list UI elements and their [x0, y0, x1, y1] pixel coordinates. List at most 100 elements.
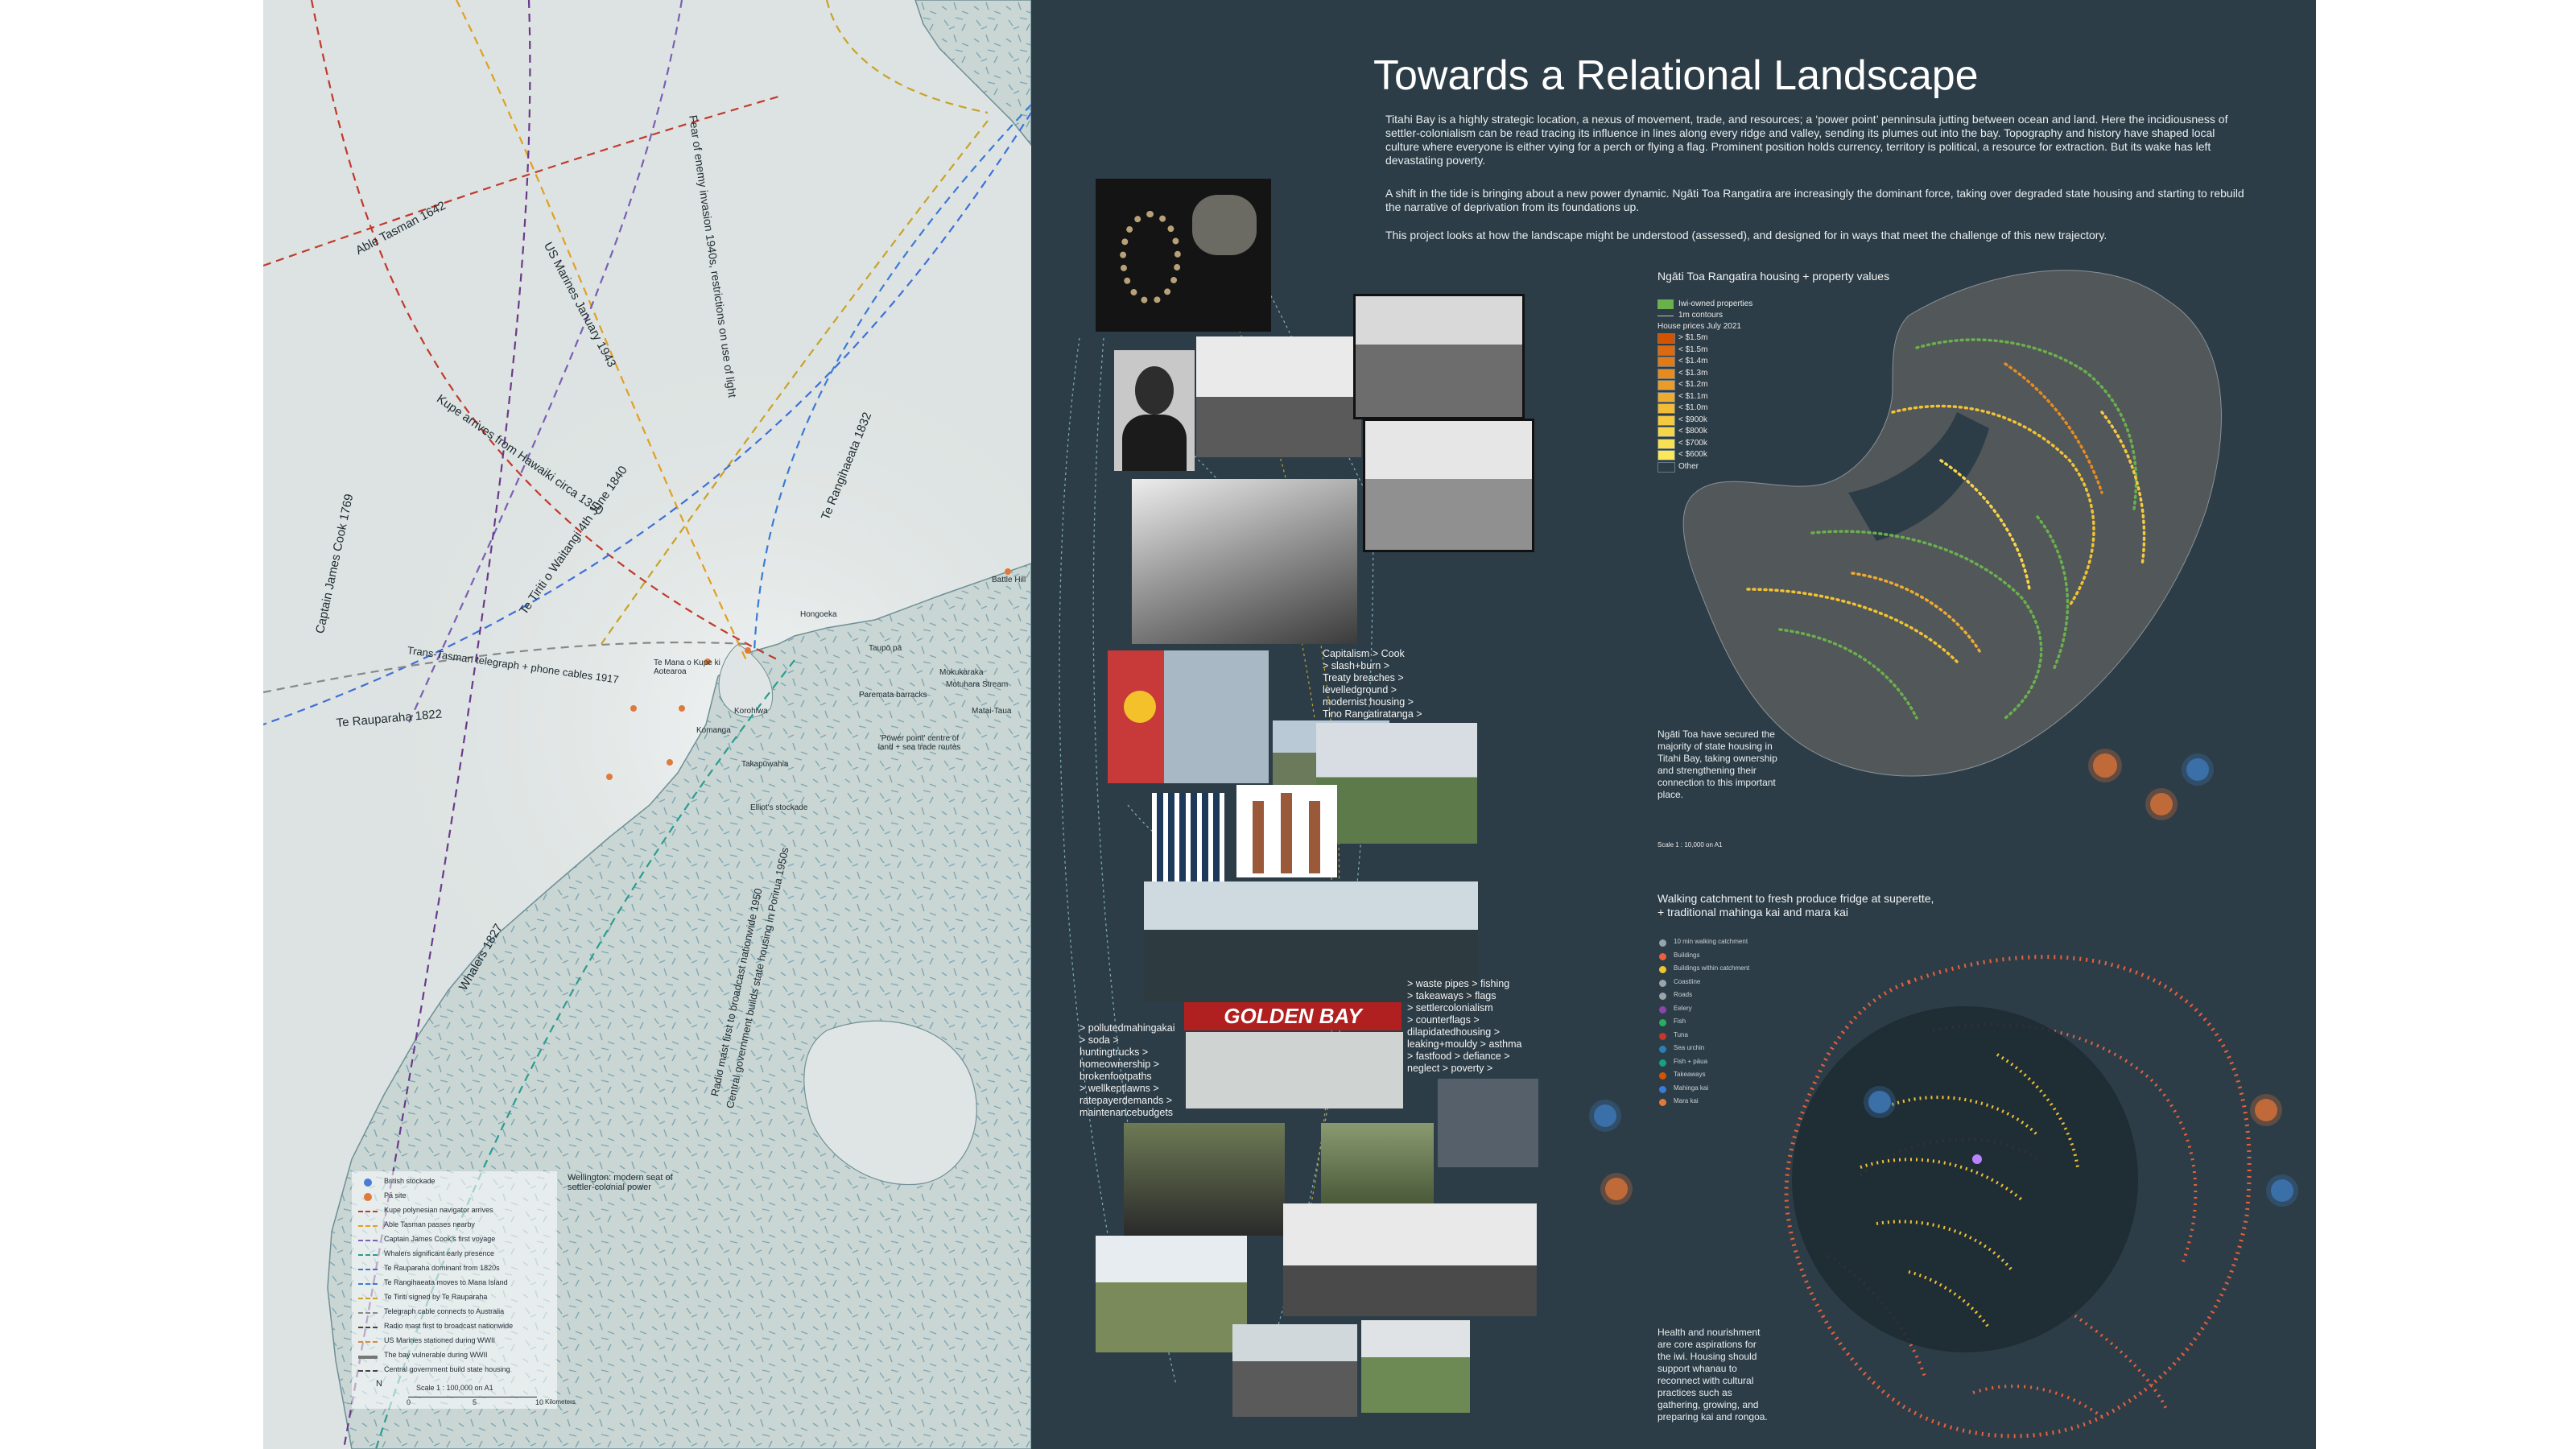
photo-hunting-trucks: [1283, 1203, 1537, 1316]
legend-swatch-price: [1657, 427, 1675, 437]
legend-swatch: [358, 1370, 378, 1372]
photo-takeaway-shopfront: [1186, 1032, 1403, 1108]
regional-map-panel: Able Tasman 1642 US Marines January 1943…: [263, 0, 1031, 1449]
map1-legend-label: < $1.1m: [1678, 391, 1708, 401]
map1-legend-label: < $600k: [1678, 450, 1707, 459]
map2-legend-label: Tuna: [1674, 1030, 1688, 1038]
photo-drain-overgrown: [1321, 1123, 1434, 1203]
legend-swatch-iwi: [1657, 299, 1674, 309]
map-legend: British stockade Pā site Kupe polynesian…: [352, 1171, 576, 1409]
legend-item: Whalers significant early presence: [384, 1249, 495, 1257]
legend-swatch-price: [1657, 403, 1675, 414]
legend-swatch: [358, 1254, 378, 1256]
golden-bay-takeaway-sign: GOLDEN BAY TAKEAWAY: [1184, 1002, 1402, 1030]
map1-legend-label: < $1.5m: [1678, 345, 1708, 354]
place-motuhara-stream: Motuhara Stream: [946, 680, 1009, 689]
legend-swatch-food: [1659, 1046, 1666, 1053]
map2-legend-label: Mara kai: [1674, 1097, 1699, 1104]
photo-waste-pipe: [1438, 1079, 1538, 1167]
mara-kai-marker: [1605, 1178, 1628, 1200]
painted-sun-shape: [1124, 691, 1156, 723]
carved-post-shape: [1281, 793, 1292, 873]
map1-legend-label: 1m contours: [1678, 311, 1724, 320]
legend-swatch: [358, 1312, 378, 1314]
map2-legend-label: Buildings: [1674, 951, 1700, 959]
map1-legend-label: House prices July 2021: [1657, 322, 1741, 331]
map2-catchment-map: [1784, 955, 2252, 1439]
map1-legend-label: Iwi-owned properties: [1678, 299, 1753, 308]
photo-state-houses-row: [1361, 1320, 1470, 1413]
legend-swatch-food: [1659, 1099, 1666, 1106]
map2-legend-label: Eelery: [1674, 1004, 1692, 1012]
photo-painted-garage: [1108, 650, 1269, 783]
place-hongoeka: Hongoeka: [800, 610, 837, 619]
legend-swatch-price: [1657, 438, 1675, 449]
place-taupo-pa: Taupō pā: [869, 644, 902, 653]
legend-swatch-price: [1657, 391, 1675, 402]
legend-swatch: [358, 1341, 378, 1343]
carved-post-shape: [1253, 801, 1264, 873]
legend-item: Te Rauparaha dominant from 1820s: [384, 1264, 500, 1272]
scale-tick: 0: [407, 1398, 411, 1406]
photo-taonga-and-rope: [1096, 179, 1271, 332]
legend-item: US Marines stationed during WWII: [384, 1336, 496, 1344]
kapiti-land: [914, 0, 1031, 147]
photo-portrait: [1114, 350, 1195, 471]
mara-kai-marker: [2150, 793, 2173, 815]
map2-legend-label: Takeaways: [1674, 1071, 1706, 1078]
legend-swatch-price: [1657, 345, 1675, 356]
legend-swatch-food: [1659, 939, 1666, 947]
legend-swatch-food: [1659, 1059, 1666, 1067]
legend-item: Able Tasman passes nearby: [384, 1220, 475, 1228]
legend-swatch: [358, 1283, 378, 1285]
map2-legend-label: Roads: [1674, 991, 1693, 998]
mahinga-kai-marker: [2186, 758, 2209, 781]
legend-item: Te Rangihaeata moves to Mana Island: [384, 1278, 508, 1286]
legend-item: British stockade: [384, 1177, 436, 1185]
rope-coil-shape: [1120, 211, 1181, 304]
note-waste-pipes: > waste pipes > fishing > takeaways > fl…: [1407, 978, 1522, 1074]
legend-swatch-price: [1657, 380, 1675, 390]
legend-item: Central government build state housing: [384, 1365, 510, 1373]
legend-swatch-food: [1659, 1005, 1666, 1013]
map2-legend-label: Coastline: [1674, 977, 1701, 985]
legend-swatch-food: [1659, 1032, 1666, 1040]
photo-aerial-peninsula: [1132, 479, 1357, 644]
photo-carved-posts: [1236, 785, 1337, 877]
map2-caption: Health and nourishment are core aspirati…: [1657, 1327, 1768, 1422]
map1-legend-label: < $1.4m: [1678, 357, 1708, 365]
photo-earthworks: [1363, 419, 1534, 552]
scale-text: Scale 1 : 100,000 on A1: [416, 1384, 493, 1392]
legend-item: Pā site: [384, 1191, 407, 1199]
note-capitalism: Capitalism > Cook > slash+burn > Treaty …: [1323, 648, 1422, 720]
map1-caption: Ngāti Toa have secured the majority of s…: [1657, 729, 1777, 800]
note-polluted-mahingakai: > pollutedmahingakai > soda > huntingtru…: [1080, 1022, 1175, 1118]
photo-state-house: [1196, 336, 1361, 457]
place-elliots-stockade: Elliot's stockade: [750, 803, 808, 812]
legend-swatch: [358, 1269, 378, 1270]
mahinga-kai-marker: [1868, 1091, 1891, 1113]
legend-swatch-price: [1657, 461, 1675, 473]
photo-dim-hallway: [1124, 1123, 1285, 1236]
legend-swatch: [358, 1327, 378, 1328]
map1-legend-label: < $1.3m: [1678, 368, 1708, 378]
portrait-head-shape: [1135, 366, 1174, 415]
scale-tick: 5: [473, 1398, 477, 1406]
legend-item: Captain James Cook's first voyage: [384, 1235, 496, 1243]
legend-swatch-price: [1657, 368, 1675, 379]
legend-swatch-price: [1657, 357, 1675, 367]
map2-legend-label: 10 min walking catchment: [1674, 938, 1748, 945]
scale-tick: 10: [535, 1398, 544, 1406]
stockade-icon: [364, 1179, 372, 1187]
place-matai-taua: Matai-Taua: [972, 707, 1012, 716]
map1-scale: Scale 1 : 10,000 on A1: [1657, 841, 1723, 848]
legend-swatch: [358, 1211, 378, 1212]
map2-legend-label: Mahinga kai: [1674, 1084, 1709, 1092]
carved-post-shape: [1309, 801, 1320, 873]
map2-legend-label: Buildings within catchment: [1674, 964, 1750, 972]
legend-swatch-price: [1657, 450, 1675, 460]
legend-swatch: [358, 1356, 378, 1359]
map1-legend-label: < $700k: [1678, 438, 1707, 448]
photo-hillside-housing: [1353, 294, 1525, 419]
pa-site-icon: [364, 1193, 372, 1201]
